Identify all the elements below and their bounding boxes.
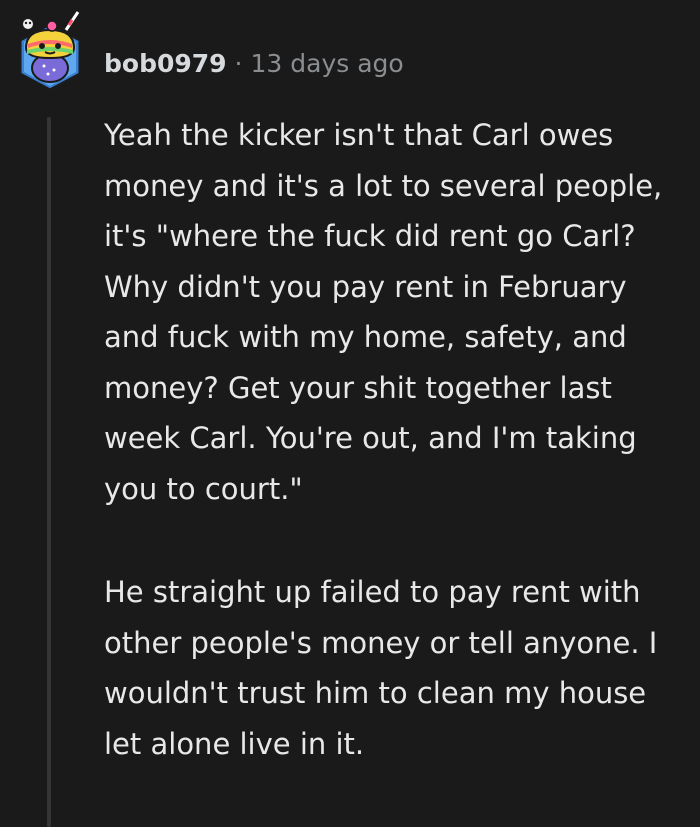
comment-paragraph: Yeah the kicker isn't that Carl owes mon… [104, 118, 663, 506]
user-avatar[interactable] [14, 8, 86, 94]
comment-body: Yeah the kicker isn't that Carl owes mon… [104, 110, 684, 769]
meta-separator: · [234, 49, 243, 78]
thread-collapse-line[interactable] [47, 117, 51, 827]
timestamp[interactable]: 13 days ago [251, 49, 404, 78]
username-link[interactable]: bob0979 [104, 49, 227, 78]
comment-paragraph: He straight up failed to pay rent with o… [104, 575, 658, 761]
comment: bob0979 · 13 days ago Yeah the kicker isn'… [0, 0, 700, 827]
comment-meta: bob0979 · 13 days ago [104, 46, 404, 82]
snoo-avatar-icon [18, 11, 82, 92]
